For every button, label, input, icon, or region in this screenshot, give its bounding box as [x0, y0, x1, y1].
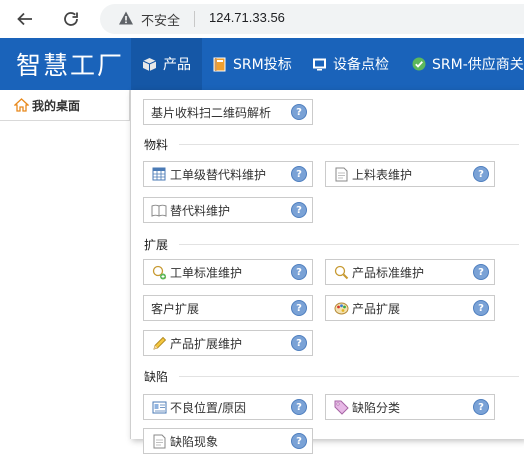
warning-icon[interactable]: [118, 10, 134, 30]
nav-item-srm-supplier[interactable]: SRM-供应商关: [412, 38, 524, 90]
table-icon: [151, 166, 167, 182]
id-card-icon: [151, 399, 167, 415]
reload-icon[interactable]: [59, 7, 83, 31]
menu-item-substrate-qr-parse[interactable]: 基片收料扫二维码解析 ?: [143, 99, 313, 125]
menu-item-product-standard[interactable]: 产品标准维护 ?: [325, 259, 495, 285]
open-book-icon: [151, 202, 167, 218]
menu-item-product-extension-maintain[interactable]: 产品扩展维护 ?: [143, 330, 313, 356]
document-icon: [151, 433, 167, 449]
product-dropdown-menu: 基片收料扫二维码解析 ? 物料 工单级替代料维护 ? 上料表维护 ? 替代料维护…: [130, 90, 524, 454]
book-icon: [212, 57, 227, 72]
menu-item-customer-extension[interactable]: 客户扩展 ?: [143, 295, 313, 321]
nav-item-product[interactable]: 产品: [131, 38, 202, 90]
check-circle-icon: [412, 57, 426, 71]
menu-item-defect-phenomenon[interactable]: 缺陷现象 ?: [143, 428, 313, 454]
tag-icon: [333, 399, 349, 415]
help-icon[interactable]: ?: [291, 433, 307, 449]
document-icon: [333, 166, 349, 182]
nav-item-label: SRM-供应商关: [432, 57, 524, 73]
help-icon[interactable]: ?: [473, 166, 489, 182]
menu-item-feeding-table[interactable]: 上料表维护 ?: [325, 161, 495, 187]
menu-item-substitute-material[interactable]: 替代料维护 ?: [143, 197, 313, 223]
nav-item-srm-bid[interactable]: SRM投标: [212, 38, 292, 90]
menu-item-product-extension[interactable]: 产品扩展 ?: [325, 295, 495, 321]
pencil-icon: [151, 335, 167, 351]
tab-label: 我的桌面: [32, 98, 81, 113]
menu-item-label: 客户扩展: [151, 301, 200, 316]
menu-item-workorder-substitute[interactable]: 工单级替代料维护 ?: [143, 161, 313, 187]
nav-item-equipment-check[interactable]: 设备点检: [312, 38, 389, 90]
help-icon[interactable]: ?: [473, 300, 489, 316]
nav-item-label: 设备点检: [333, 57, 389, 73]
menu-item-label: 产品标准维护: [352, 265, 425, 280]
magnifier-icon: [333, 264, 349, 280]
home-icon: [14, 98, 29, 112]
menu-item-workorder-standard[interactable]: 工单标准维护 ?: [143, 259, 313, 285]
menu-item-label: 缺陷现象: [170, 434, 219, 449]
help-icon[interactable]: ?: [473, 264, 489, 280]
section-divider: [179, 376, 519, 377]
menu-item-label: 不良位置/原因: [170, 400, 247, 415]
help-icon[interactable]: ?: [291, 166, 307, 182]
menu-item-label: 上料表维护: [352, 167, 413, 182]
menu-item-defect-location-cause[interactable]: 不良位置/原因 ?: [143, 394, 313, 420]
section-divider: [179, 144, 519, 145]
nav-item-label: SRM投标: [233, 57, 292, 73]
tab-my-desktop[interactable]: 我的桌面: [0, 90, 130, 120]
menu-item-label: 产品扩展: [352, 301, 401, 316]
back-arrow-icon[interactable]: [13, 7, 37, 31]
help-icon[interactable]: ?: [291, 104, 307, 120]
cube-icon: [142, 57, 157, 72]
section-title-defect: 缺陷: [144, 370, 169, 384]
section-title-extension: 扩展: [144, 238, 169, 252]
help-icon[interactable]: ?: [291, 264, 307, 280]
monitor-icon: [312, 57, 327, 72]
menu-item-label: 基片收料扫二维码解析: [151, 105, 272, 120]
menu-item-label: 替代料维护: [170, 203, 231, 218]
browser-toolbar: 不安全 124.71.33.56: [0, 0, 524, 39]
address-divider: [194, 11, 195, 27]
section-divider: [179, 244, 519, 245]
menu-item-label: 工单标准维护: [170, 265, 243, 280]
help-icon[interactable]: ?: [291, 202, 307, 218]
help-icon[interactable]: ?: [291, 300, 307, 316]
help-icon[interactable]: ?: [291, 399, 307, 415]
menu-item-label: 缺陷分类: [352, 400, 401, 415]
help-icon[interactable]: ?: [291, 335, 307, 351]
help-icon[interactable]: ?: [473, 399, 489, 415]
menu-item-label: 产品扩展维护: [170, 336, 243, 351]
menu-item-defect-category[interactable]: 缺陷分类 ?: [325, 394, 495, 420]
section-title-material: 物料: [144, 138, 169, 152]
menu-item-label: 工单级替代料维护: [170, 167, 267, 182]
app-header: 智慧工厂 产品 SRM投标 设备点检 SRM-供应商关: [0, 38, 524, 90]
security-label[interactable]: 不安全: [141, 10, 180, 29]
url-text[interactable]: 124.71.33.56: [209, 10, 285, 25]
app-brand: 智慧工厂: [16, 51, 125, 80]
nav-item-label: 产品: [163, 57, 191, 73]
palette-icon: [333, 300, 349, 316]
search-add-icon: [151, 264, 167, 280]
